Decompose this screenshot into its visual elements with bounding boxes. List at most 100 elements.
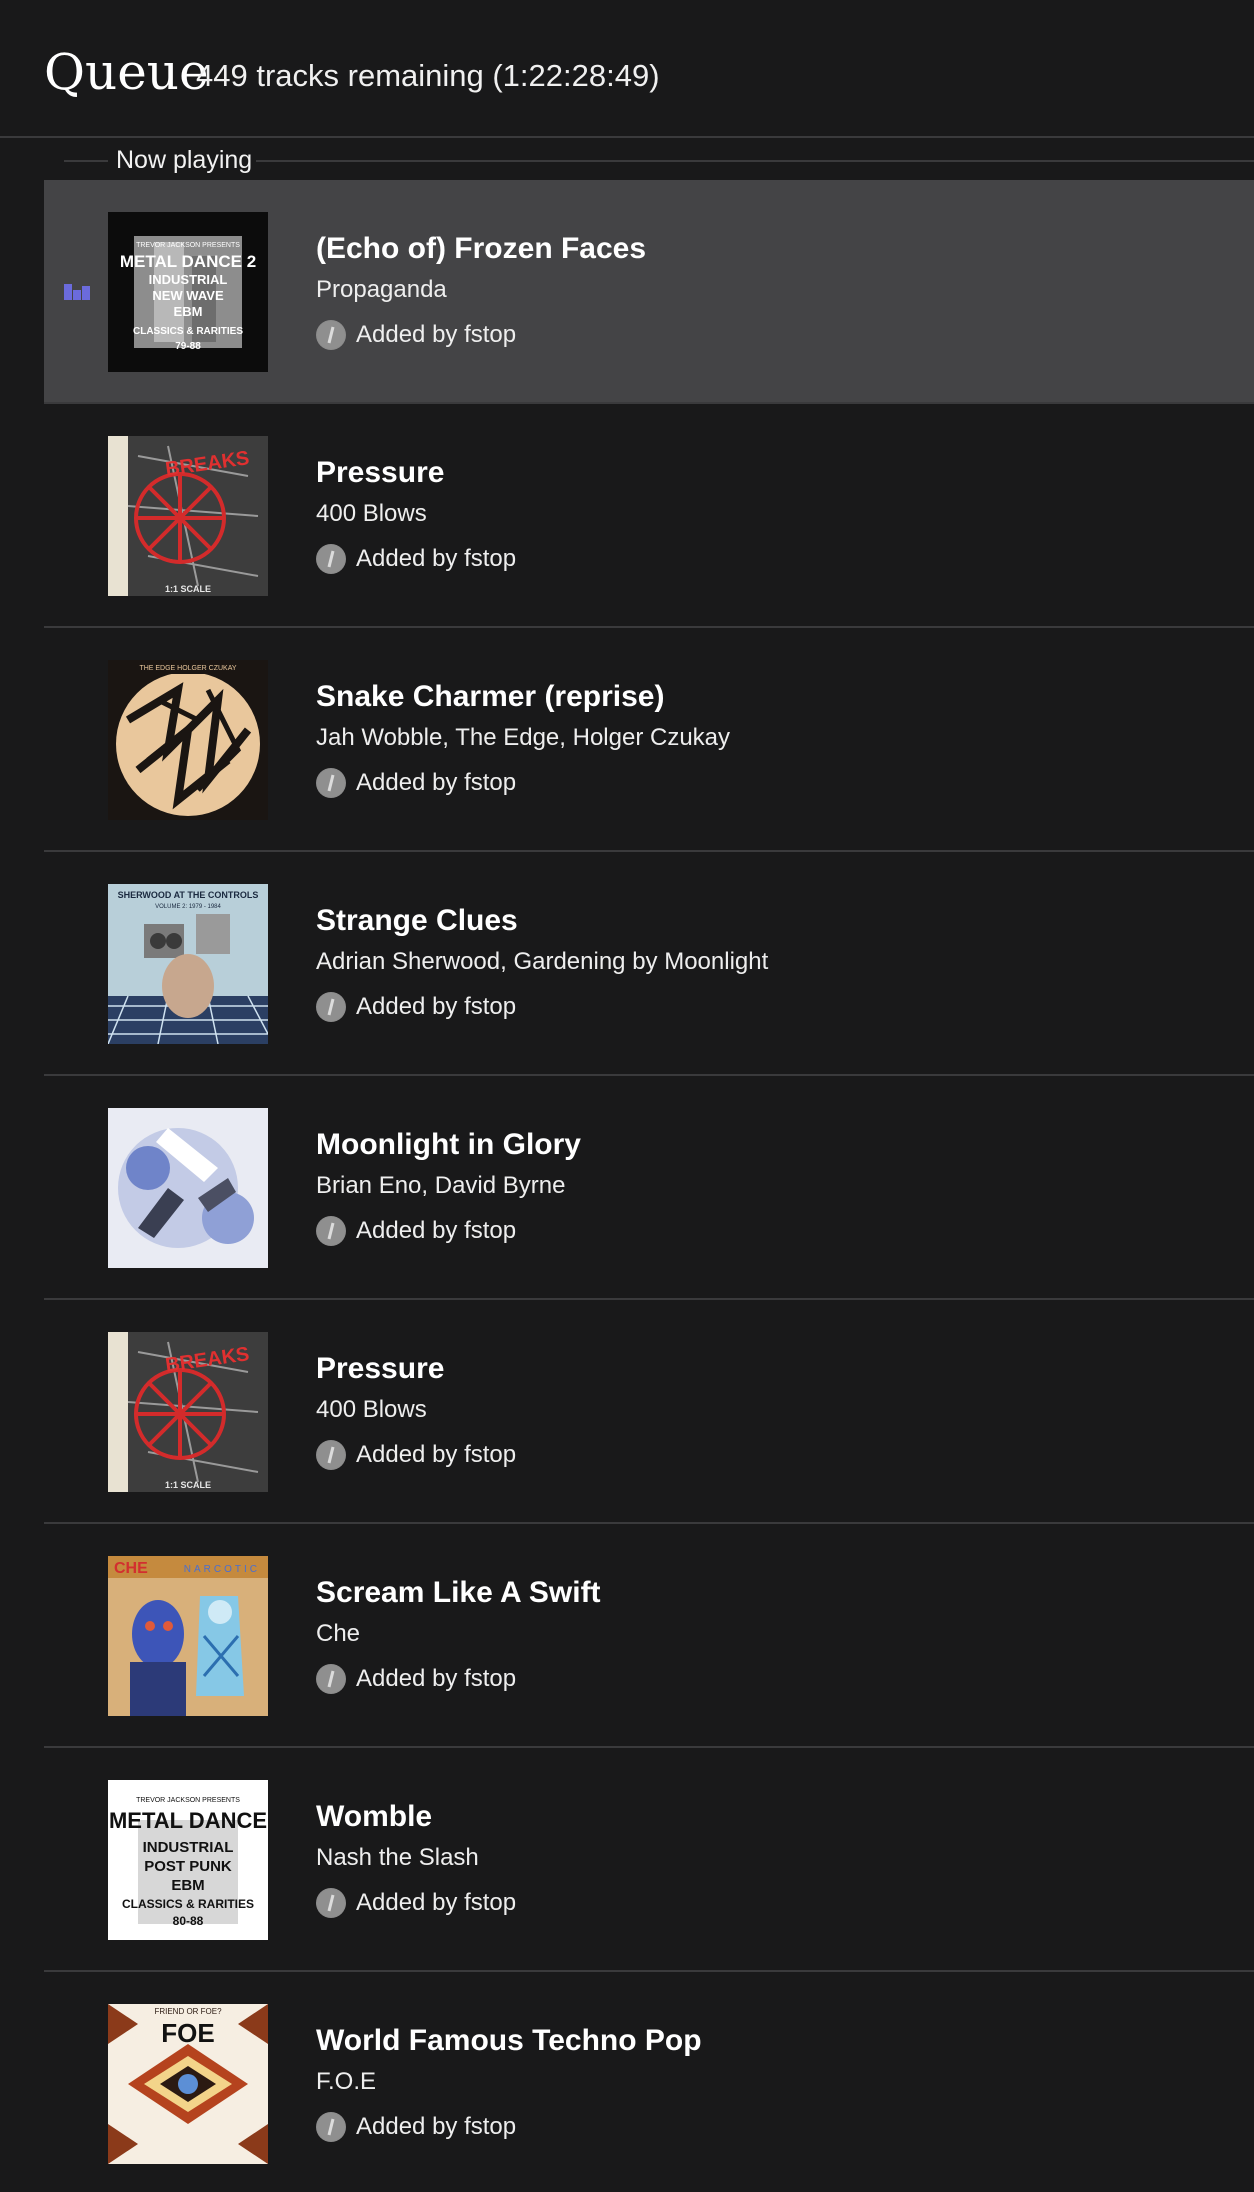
- added-by-text: Added by fstop: [356, 1441, 517, 1468]
- added-by-text: Added by fstop: [356, 1889, 517, 1916]
- added-by: Added by fstop: [316, 1662, 516, 1696]
- track-artist[interactable]: 400 Blows: [316, 1394, 427, 1426]
- user-avatar-icon: [316, 544, 346, 574]
- track-title[interactable]: Moonlight in Glory: [316, 1126, 581, 1164]
- track-artist[interactable]: Adrian Sherwood, Gardening by Moonlight: [316, 946, 768, 978]
- track-title[interactable]: Strange Clues: [316, 902, 518, 940]
- added-by-text: Added by fstop: [356, 993, 517, 1020]
- cover-text: INDUSTRIAL: [149, 272, 228, 287]
- section-divider-right: [256, 160, 1254, 162]
- breaks-cover-art: BREAKS 1:1 SCALE: [108, 1332, 268, 1492]
- track-artist[interactable]: Nash the Slash: [316, 1842, 479, 1874]
- added-by: Added by fstop: [316, 1214, 516, 1248]
- cover-text: INDUSTRIAL: [143, 1839, 234, 1856]
- track-title[interactable]: Scream Like A Swift: [316, 1574, 601, 1612]
- breaks-cover-art: BREAKS 1:1 SCALE: [108, 436, 268, 596]
- track-artist[interactable]: F.O.E: [316, 2066, 376, 2098]
- cover-text: FRIEND OR FOE?: [154, 2007, 222, 2016]
- added-by: Added by fstop: [316, 1886, 516, 1920]
- queue-row[interactable]: THE EDGE HOLGER CZUKAY Snake Charmer (re…: [44, 628, 1254, 852]
- queue-row[interactable]: Moonlight in Glory Brian Eno, David Byrn…: [44, 1076, 1254, 1300]
- cover-text: NEW WAVE: [152, 288, 224, 303]
- now-playing-label: Now playing: [116, 146, 253, 174]
- track-title[interactable]: World Famous Techno Pop: [316, 2022, 702, 2060]
- track-artist[interactable]: Propaganda: [316, 274, 447, 306]
- album-cover-image[interactable]: TREVOR JACKSON PRESENTS METAL DANCE INDU…: [108, 1780, 268, 1940]
- queue-row[interactable]: SHERWOOD AT THE CONTROLS VOLUME 2: 1979 …: [44, 852, 1254, 1076]
- added-by-text: Added by fstop: [356, 1665, 517, 1692]
- cover-text: METAL DANCE: [109, 1808, 267, 1833]
- cover-text: CLASSICS & RARITIES: [133, 326, 243, 337]
- sherwood-cover-art: SHERWOOD AT THE CONTROLS VOLUME 2: 1979 …: [108, 884, 268, 1044]
- user-avatar-icon: [316, 1888, 346, 1918]
- cover-text: 79-88: [175, 341, 201, 352]
- metal-dance-2-cover-art: TREVOR JACKSON PRESENTS METAL DANCE 2 IN…: [108, 212, 268, 372]
- added-by-text: Added by fstop: [356, 2113, 517, 2140]
- cover-text: CHE: [114, 1560, 148, 1577]
- queue-row[interactable]: FRIEND OR FOE? FOE World Famous Techno P…: [44, 1972, 1254, 2192]
- album-cover-image[interactable]: SHERWOOD AT THE CONTROLS VOLUME 2: 1979 …: [108, 884, 268, 1044]
- cover-text: 1:1 SCALE: [165, 1480, 211, 1490]
- cover-text: TREVOR JACKSON PRESENTS: [136, 1797, 240, 1804]
- cover-text: SHERWOOD AT THE CONTROLS: [118, 890, 259, 900]
- added-by: Added by fstop: [316, 990, 516, 1024]
- added-by: Added by fstop: [316, 2110, 516, 2144]
- user-avatar-icon: [316, 320, 346, 350]
- added-by: Added by fstop: [316, 318, 516, 352]
- queue-row[interactable]: TREVOR JACKSON PRESENTS METAL DANCE INDU…: [44, 1748, 1254, 1972]
- metal-dance-cover-art: TREVOR JACKSON PRESENTS METAL DANCE INDU…: [108, 1780, 268, 1940]
- added-by: Added by fstop: [316, 542, 516, 576]
- track-title[interactable]: Pressure: [316, 454, 444, 492]
- page-title: Queue: [44, 43, 209, 101]
- user-avatar-icon: [316, 992, 346, 1022]
- track-artist[interactable]: Jah Wobble, The Edge, Holger Czukay: [316, 722, 730, 754]
- track-artist[interactable]: Che: [316, 1618, 360, 1650]
- cover-text: EBM: [171, 1877, 204, 1894]
- track-title[interactable]: Pressure: [316, 1350, 444, 1388]
- cover-text: VOLUME 2: 1979 - 1984: [155, 904, 221, 910]
- added-by-text: Added by fstop: [356, 321, 517, 348]
- cover-text: TREVOR JACKSON PRESENTS: [136, 242, 240, 249]
- user-avatar-icon: [316, 1664, 346, 1694]
- section-divider-left: [64, 160, 108, 162]
- cover-text: POST PUNK: [144, 1858, 232, 1875]
- bush-of-ghosts-cover-art: [108, 1108, 268, 1268]
- queue-row[interactable]: CHE NARCOTIC Scream Like A Swift Che Add…: [44, 1524, 1254, 1748]
- cover-text: 1:1 SCALE: [165, 584, 211, 594]
- album-cover-image[interactable]: THE EDGE HOLGER CZUKAY: [108, 660, 268, 820]
- album-cover-image[interactable]: BREAKS 1:1 SCALE: [108, 436, 268, 596]
- album-cover-image[interactable]: [108, 1108, 268, 1268]
- track-artist[interactable]: 400 Blows: [316, 498, 427, 530]
- tracks-remaining-summary: 449 tracks remaining (1:22:28:49): [196, 58, 660, 93]
- queue-row[interactable]: BREAKS 1:1 SCALE Pressure 400 Blows Adde…: [44, 404, 1254, 628]
- cover-text: CLASSICS & RARITIES: [122, 1897, 254, 1911]
- album-cover-image[interactable]: BREAKS 1:1 SCALE: [108, 1332, 268, 1492]
- album-cover-image[interactable]: TREVOR JACKSON PRESENTS METAL DANCE 2 IN…: [108, 212, 268, 372]
- queue-page: Queue 449 tracks remaining (1:22:28:49) …: [0, 0, 1254, 2192]
- cover-text: NARCOTIC: [184, 1564, 260, 1575]
- track-title[interactable]: Snake Charmer (reprise): [316, 678, 665, 716]
- user-avatar-icon: [316, 1216, 346, 1246]
- user-avatar-icon: [316, 2112, 346, 2142]
- added-by-text: Added by fstop: [356, 769, 517, 796]
- album-cover-image[interactable]: CHE NARCOTIC: [108, 1556, 268, 1716]
- user-avatar-icon: [316, 768, 346, 798]
- track-title[interactable]: (Echo of) Frozen Faces: [316, 230, 646, 268]
- track-artist[interactable]: Brian Eno, David Byrne: [316, 1170, 565, 1202]
- cover-text: THE EDGE HOLGER CZUKAY: [139, 665, 236, 672]
- track-title[interactable]: Womble: [316, 1798, 432, 1836]
- cover-text: FOE: [161, 2018, 214, 2048]
- added-by: Added by fstop: [316, 1438, 516, 1472]
- added-by: Added by fstop: [316, 766, 516, 800]
- cover-text: METAL DANCE 2: [120, 252, 256, 271]
- now-playing-section-header: Now playing: [44, 140, 1254, 180]
- user-avatar-icon: [316, 1440, 346, 1470]
- foe-cover-art: FRIEND OR FOE? FOE: [108, 2004, 268, 2164]
- cover-text: 80-88: [173, 1914, 204, 1928]
- queue-row-now-playing[interactable]: TREVOR JACKSON PRESENTS METAL DANCE 2 IN…: [44, 180, 1254, 404]
- now-playing-icon: [64, 284, 90, 300]
- cover-text: EBM: [174, 304, 203, 319]
- queue-row[interactable]: BREAKS 1:1 SCALE Pressure 400 Blows Adde…: [44, 1300, 1254, 1524]
- album-cover-image[interactable]: FRIEND OR FOE? FOE: [108, 2004, 268, 2164]
- added-by-text: Added by fstop: [356, 545, 517, 572]
